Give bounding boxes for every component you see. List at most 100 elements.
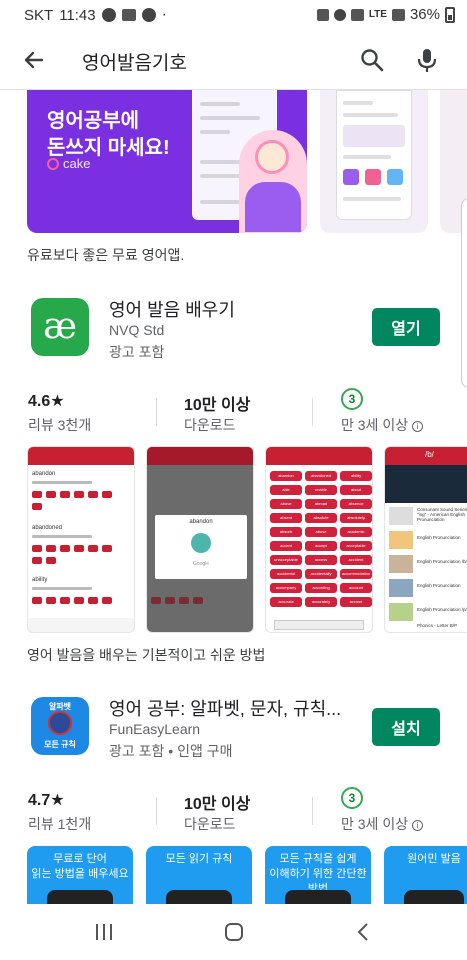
video-title: Phonics - Letter B/P (417, 623, 458, 628)
app-developer: FunEasyLearn (109, 721, 201, 737)
word-chip: abuse (305, 527, 337, 537)
back-button[interactable] (18, 44, 50, 76)
dialog-word: abandon (189, 519, 213, 525)
svg-text:æ: æ (43, 306, 77, 347)
search-button[interactable] (356, 44, 388, 76)
word-chip: acceptable (340, 541, 372, 551)
video-title: Consonant Sound Series "ing" - American … (417, 507, 467, 522)
app-downloads: 10만 이상 (184, 796, 251, 813)
app-screenshot[interactable]: abandon abandoned ability able unable about ab… (265, 446, 373, 633)
banner-caption: 유료보다 좋은 무료 영어앱. (27, 247, 185, 263)
word-chip: about (340, 485, 372, 495)
home-button[interactable] (222, 920, 246, 944)
recents-button[interactable] (92, 920, 116, 944)
word-chip: abandon (270, 471, 302, 481)
mute-icon (316, 8, 329, 21)
stat-divider (156, 797, 157, 825)
word-chip: absolute (305, 513, 337, 523)
voice-search-button[interactable] (412, 44, 442, 76)
word-chip: above (270, 499, 302, 509)
play-icon (191, 533, 211, 553)
screenshot-caption: 원어민 발음 (407, 853, 461, 865)
stat-divider (156, 398, 157, 426)
clock: 11:43 (59, 6, 96, 24)
word-chip: absolutely (340, 513, 372, 523)
age-rating-text: 만 3세 이상 (341, 417, 409, 433)
banner-headline-line1: 영어공부에 (47, 110, 139, 132)
app-ads-note: 광고 포함 • 인앱 구매 (109, 743, 233, 759)
wifi-icon (350, 8, 364, 21)
app-icon-funeasylearn[interactable]: 알파벳 모든 규칙 (31, 697, 89, 755)
promo-banner-secondary[interactable] (320, 90, 428, 233)
app-downloads-label: 다운로드 (184, 816, 236, 832)
network-type: LTE (368, 9, 387, 20)
word-chip: accidentally (305, 569, 337, 579)
promo-banner[interactable]: 영어공부에 돈쓰지 마세요! cake (27, 90, 307, 233)
word-chip: ability (340, 471, 372, 481)
app-screenshot[interactable]: abandon Google (146, 446, 254, 633)
video-title: English Pronunciation /p/ (417, 607, 467, 612)
age-rating-label[interactable]: 만 3세 이상 i (341, 814, 424, 834)
microphone-icon (417, 49, 437, 72)
word-chip: accept (305, 541, 337, 551)
nav-back-button[interactable] (352, 920, 376, 944)
search-icon (361, 49, 384, 72)
banner-headline: 영어공부에 돈쓰지 마세요! (47, 108, 170, 162)
app-screenshot[interactable]: abandon abandoned ability (27, 446, 135, 633)
battery-percent: 36% (409, 6, 440, 23)
alarm-icon (333, 8, 346, 21)
word-chip: accidental (270, 569, 302, 579)
system-nav-bar (0, 904, 467, 960)
word-chip: abroad (305, 499, 337, 509)
word-chip: absence (340, 499, 372, 509)
word-chip: accident (340, 555, 372, 565)
open-button[interactable]: 열기 (372, 308, 440, 346)
arrow-back-icon (24, 51, 44, 69)
app-review-count: 리뷰 1천개 (28, 816, 92, 832)
carrier-label: SKT (24, 6, 54, 24)
word-chip: accommodation (340, 569, 372, 579)
search-header: 영어발음기호 (0, 30, 467, 90)
screenshot-dialog: abandon Google (155, 515, 247, 579)
app-icon-pronunciation[interactable]: æ (31, 298, 89, 356)
banner-illustration (239, 130, 307, 233)
word-chip: absorb (270, 527, 302, 537)
scroll-handle[interactable] (461, 198, 467, 388)
app-screenshot[interactable]: /b/ Consonant Sound Series "ing" - Ameri… (384, 446, 467, 633)
app-description: 영어 발음을 배우는 기본적이고 쉬운 방법 (27, 647, 266, 663)
screenshot-word: abandoned (32, 525, 63, 531)
home-icon (225, 923, 243, 941)
app-downloads-label: 다운로드 (184, 417, 236, 433)
app-rating: 4.6★ (28, 393, 65, 410)
info-icon: i (412, 421, 424, 432)
app-ads-note: 광고 포함 (109, 344, 165, 360)
word-chip: access (305, 555, 337, 565)
video-header: /b/ (425, 450, 434, 459)
word-chip: accompany (270, 583, 302, 593)
notification-icon (121, 9, 136, 21)
search-query-field[interactable]: 영어발음기호 (82, 48, 187, 75)
word-chip: accent (270, 541, 302, 551)
app-downloads: 10만 이상 (184, 397, 251, 414)
word-chip: accurate (270, 597, 302, 607)
app-title[interactable]: 영어 공부: 알파벳, 문자, 규칙... (109, 695, 341, 721)
app-developer: NVQ Std (109, 322, 165, 338)
banner-brand: cake (47, 156, 90, 171)
word-chip: accuse (340, 597, 372, 607)
install-button[interactable]: 설치 (372, 708, 440, 746)
age-rating-label[interactable]: 만 3세 이상 i (341, 415, 424, 435)
video-title: English Pronunciation (417, 535, 461, 540)
back-chevron-icon (357, 923, 368, 941)
word-chip: unable (305, 485, 337, 495)
banner-phone-mockup-2 (336, 90, 412, 220)
message-icon (101, 8, 116, 22)
app-notification-icon (141, 8, 156, 22)
screenshot-word: abandon (32, 471, 56, 477)
stat-divider (312, 797, 313, 825)
screenshot-caption: 모든 읽기 규칙 (165, 853, 233, 865)
screenshot-caption: 무료로 단어 읽는 방법을 배우세요 (31, 853, 129, 880)
more-notifications-dot: · (161, 6, 167, 23)
screenshot-word: ability (32, 577, 48, 583)
word-chip: academic (340, 527, 372, 537)
app-title[interactable]: 영어 발음 배우기 (109, 296, 235, 322)
